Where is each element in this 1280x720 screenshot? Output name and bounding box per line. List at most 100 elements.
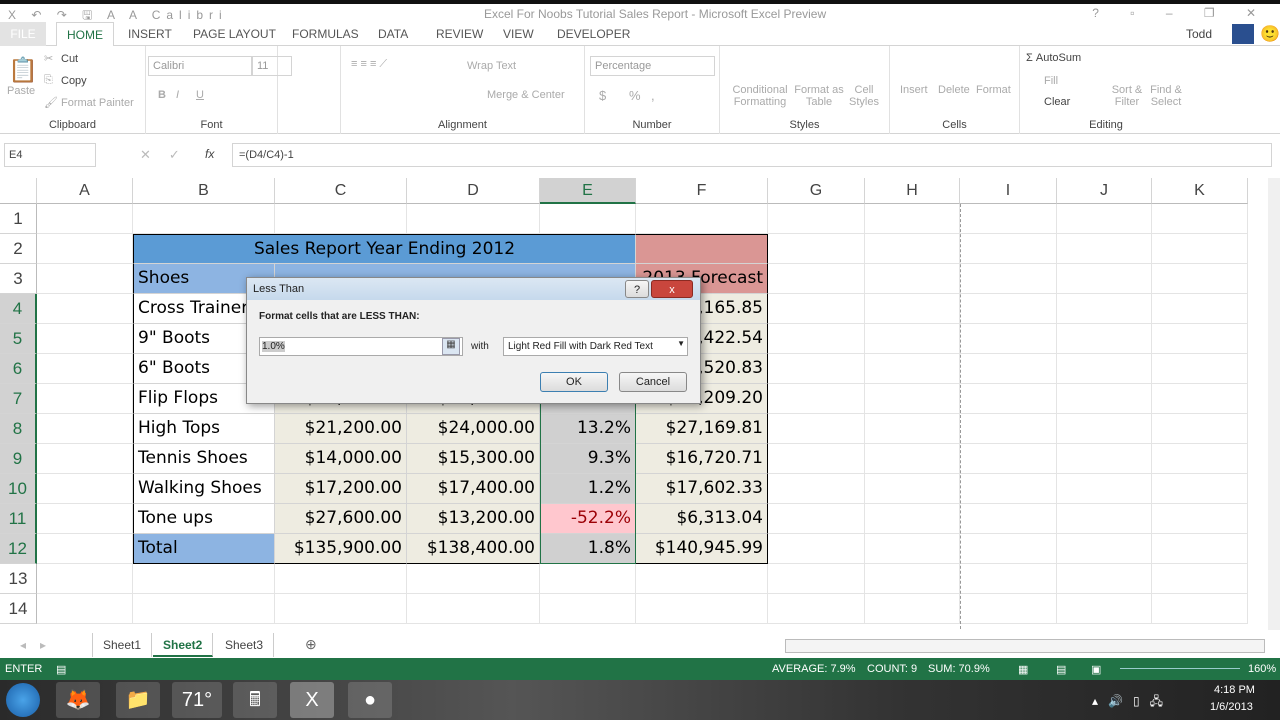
currency-button[interactable]: $ — [599, 88, 606, 103]
row-header-1[interactable]: 1 — [0, 204, 37, 234]
bold-button[interactable]: B — [158, 89, 166, 101]
column-header-g[interactable]: G — [768, 178, 865, 204]
cell-c12[interactable]: $135,900.00 — [275, 534, 407, 564]
column-header-b[interactable]: B — [133, 178, 275, 204]
column-header-a[interactable]: A — [37, 178, 133, 204]
cell[interactable] — [1057, 384, 1152, 414]
cell[interactable] — [768, 324, 865, 354]
cell[interactable] — [865, 384, 960, 414]
cell[interactable] — [407, 594, 540, 624]
cell[interactable] — [275, 204, 407, 234]
cell[interactable] — [407, 204, 540, 234]
cell[interactable] — [1152, 324, 1248, 354]
cell[interactable] — [1152, 504, 1248, 534]
sheet-tab-sheet1[interactable]: Sheet1 — [92, 633, 153, 657]
cell-b8[interactable]: High Tops — [133, 414, 275, 444]
cell-d8[interactable]: $24,000.00 — [407, 414, 540, 444]
clear-button[interactable]: Clear — [1044, 96, 1070, 108]
cell[interactable] — [1152, 354, 1248, 384]
cell[interactable] — [37, 414, 133, 444]
cell[interactable] — [960, 444, 1057, 474]
cancel-confirm-icons[interactable]: ✕✓ — [140, 147, 198, 163]
conditional-formatting-button[interactable]: Conditional Formatting — [728, 84, 792, 108]
normal-view-icon[interactable]: ▦ — [1018, 663, 1028, 676]
row-header-12[interactable]: 12 — [0, 534, 37, 564]
horizontal-scrollbar[interactable] — [785, 639, 1265, 653]
vertical-scrollbar[interactable] — [1268, 178, 1280, 630]
worksheet-grid[interactable]: A B C D E F G H I J K 1 2 3 4 5 6 7 8 9 10 11 12 13 14 Sales Repo… — [0, 178, 1268, 630]
cell[interactable] — [1152, 474, 1248, 504]
cell[interactable] — [1152, 204, 1248, 234]
cell[interactable] — [1057, 504, 1152, 534]
cell[interactable] — [960, 264, 1057, 294]
cell-d12[interactable]: $138,400.00 — [407, 534, 540, 564]
column-header-f[interactable]: F — [636, 178, 768, 204]
cell[interactable] — [960, 504, 1057, 534]
row-header-4[interactable]: 4 — [0, 294, 37, 324]
tab-insert[interactable]: INSERT — [128, 27, 172, 41]
cell[interactable] — [133, 564, 275, 594]
cell-c8[interactable]: $21,200.00 — [275, 414, 407, 444]
cell[interactable] — [133, 204, 275, 234]
close-button[interactable]: x — [651, 280, 693, 298]
cell-styles-button[interactable]: Cell Styles — [846, 84, 882, 108]
row-header-14[interactable]: 14 — [0, 594, 37, 624]
cell-c9[interactable]: $14,000.00 — [275, 444, 407, 474]
tab-data[interactable]: DATA — [378, 27, 408, 41]
cell[interactable] — [37, 564, 133, 594]
cell[interactable] — [960, 594, 1057, 624]
insert-cells-button[interactable]: Insert — [900, 84, 928, 96]
cut-button[interactable]: Cut — [61, 53, 78, 65]
cell[interactable] — [407, 564, 540, 594]
tab-page-layout[interactable]: PAGE LAYOUT — [193, 27, 276, 41]
paste-button[interactable]: Paste — [7, 85, 35, 97]
cell[interactable] — [960, 384, 1057, 414]
cell[interactable] — [1057, 294, 1152, 324]
cell[interactable] — [37, 264, 133, 294]
cell[interactable] — [768, 264, 865, 294]
cell-d11[interactable]: $13,200.00 — [407, 504, 540, 534]
cell[interactable] — [37, 204, 133, 234]
cell[interactable] — [960, 294, 1057, 324]
cell[interactable] — [768, 594, 865, 624]
cell[interactable] — [540, 594, 636, 624]
cell-f10[interactable]: $17,602.33 — [636, 474, 768, 504]
cell[interactable] — [1057, 564, 1152, 594]
cell[interactable] — [1057, 354, 1152, 384]
cell[interactable] — [768, 204, 865, 234]
clock-time[interactable]: 4:18 PM — [1214, 684, 1255, 696]
cell[interactable] — [636, 564, 768, 594]
name-box[interactable]: E4 — [4, 143, 96, 167]
cell[interactable] — [37, 474, 133, 504]
cell[interactable] — [865, 534, 960, 564]
cell[interactable] — [1057, 444, 1152, 474]
column-header-k[interactable]: K — [1152, 178, 1248, 204]
cell[interactable] — [768, 444, 865, 474]
cell[interactable] — [540, 564, 636, 594]
sheet-tab-sheet2[interactable]: Sheet2 — [153, 633, 214, 657]
cell[interactable] — [768, 474, 865, 504]
cell[interactable] — [275, 564, 407, 594]
tab-home[interactable]: HOME — [56, 22, 114, 47]
cell[interactable] — [636, 594, 768, 624]
forecast-header-fill[interactable] — [636, 234, 768, 264]
cell[interactable] — [768, 294, 865, 324]
row-header-6[interactable]: 6 — [0, 354, 37, 384]
cell[interactable] — [1057, 414, 1152, 444]
cell[interactable] — [37, 534, 133, 564]
add-sheet-icon[interactable]: ⊕ — [305, 636, 317, 653]
cell-d10[interactable]: $17,400.00 — [407, 474, 540, 504]
app-icon[interactable]: ● — [348, 682, 392, 718]
cell-c10[interactable]: $17,200.00 — [275, 474, 407, 504]
cell[interactable] — [1152, 534, 1248, 564]
align-icons[interactable]: ≡ ≡ ≡ ⟋ — [351, 58, 387, 71]
copy-button[interactable]: Copy — [61, 75, 87, 87]
cell[interactable] — [1152, 414, 1248, 444]
tab-formulas[interactable]: FORMULAS — [292, 27, 359, 41]
cell[interactable] — [768, 414, 865, 444]
cell-f12[interactable]: $140,945.99 — [636, 534, 768, 564]
cell[interactable] — [37, 384, 133, 414]
user-name[interactable]: Todd — [1186, 27, 1212, 41]
cell[interactable] — [1152, 444, 1248, 474]
cell[interactable] — [37, 504, 133, 534]
